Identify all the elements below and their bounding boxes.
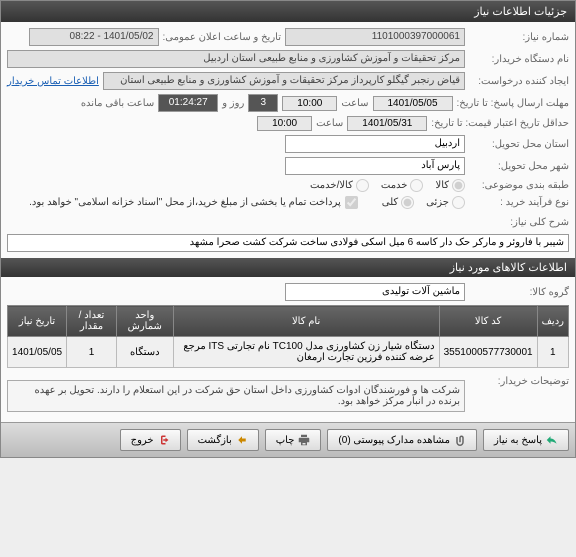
titlebar: جزئیات اطلاعات نیاز xyxy=(1,1,575,22)
th-name: نام کالا xyxy=(173,306,439,337)
need-no-field: 1101000397000061 xyxy=(285,28,465,46)
reply-icon xyxy=(546,434,558,446)
purchase-type-radios: جزئی کلی xyxy=(382,196,465,209)
deadline-date: 1401/05/05 xyxy=(373,96,453,111)
validity-label: حداقل تاریخ اعتبار قیمت: تا تاریخ: xyxy=(431,118,569,129)
requester-label: ایجاد کننده درخواست: xyxy=(469,76,569,87)
attachments-button[interactable]: مشاهده مدارک پیوستی (0) xyxy=(327,429,477,451)
payment-checkbox[interactable] xyxy=(345,196,358,209)
items-table: ردیف کد کالا نام کالا واحد شمارش تعداد /… xyxy=(7,305,569,368)
deadline-time-label: ساعت xyxy=(341,98,368,109)
th-date: تاریخ نیاز xyxy=(8,306,67,337)
content-area: شماره نیاز: 1101000397000061 تاریخ و ساع… xyxy=(1,22,575,422)
buyer-org-field: مرکز تحقیقات و آموزش کشاورزی و منابع طبی… xyxy=(7,50,465,68)
remaining-days: 3 xyxy=(248,94,278,112)
cell-row: 1 xyxy=(537,337,568,368)
announce-label: تاریخ و ساعت اعلان عمومی: xyxy=(163,32,282,43)
radio-both[interactable]: کالا/خدمت xyxy=(310,179,369,192)
cell-date: 1401/05/05 xyxy=(8,337,67,368)
requester-field: قیاض رنجبر گیگلو کارپرداز مرکز تحقیقات و… xyxy=(103,72,465,90)
th-unit: واحد شمارش xyxy=(116,306,173,337)
print-button[interactable]: چاپ xyxy=(265,429,322,451)
footer-toolbar: پاسخ به نیاز مشاهده مدارک پیوستی (0) چاپ… xyxy=(1,422,575,457)
deadline-label: مهلت ارسال پاسخ: تا تاریخ: xyxy=(457,98,569,109)
cell-unit: دستگاه xyxy=(116,337,173,368)
cell-qty: 1 xyxy=(67,337,117,368)
cell-name: دستگاه شیار زن کشاورزی مدل TC100 نام تجا… xyxy=(173,337,439,368)
th-row: ردیف xyxy=(537,306,568,337)
radio-goods[interactable]: کالا xyxy=(435,179,465,192)
need-title-field: شیبر با فاروئر و مارکر حک دار کاسه 6 میل… xyxy=(7,234,569,252)
items-section-title: اطلاعات کالاهای مورد نیاز xyxy=(1,258,575,277)
remaining-label: ساعت باقی مانده xyxy=(81,98,154,109)
announce-field: 1401/05/02 - 08:22 xyxy=(29,28,159,46)
need-title-label: شرح کلی نیاز: xyxy=(469,217,569,228)
th-code: کد کالا xyxy=(439,306,537,337)
buyer-org-label: نام دستگاه خریدار: xyxy=(469,54,569,65)
supply-class-radios: کالا خدمت کالا/خدمت xyxy=(310,179,465,192)
radio-service[interactable]: خدمت xyxy=(381,179,424,192)
attachment-icon xyxy=(454,434,466,446)
need-no-label: شماره نیاز: xyxy=(469,32,569,43)
table-row: 1 3551000577730001 دستگاه شیار زن کشاورز… xyxy=(8,337,569,368)
buyer-notes-field: شرکت ها و فورشندگان ادوات کشاورزی داخل ا… xyxy=(7,380,465,412)
validity-time-label: ساعت xyxy=(316,118,343,129)
delivery-province-field: اردبیل xyxy=(285,135,465,153)
payment-note: پرداخت تمام یا بخشی از مبلغ خرید،از محل … xyxy=(29,197,341,208)
return-button[interactable]: بازگشت xyxy=(187,429,259,451)
group-label: گروه کالا: xyxy=(469,287,569,298)
validity-time: 10:00 xyxy=(257,116,312,131)
th-qty: تعداد / مقدار xyxy=(67,306,117,337)
window: جزئیات اطلاعات نیاز شماره نیاز: 11010003… xyxy=(0,0,576,458)
remaining-time: 01:24:27 xyxy=(158,94,218,112)
buyer-notes-label: توضیحات خریدار: xyxy=(469,376,569,387)
cell-code: 3551000577730001 xyxy=(439,337,537,368)
respond-button[interactable]: پاسخ به نیاز xyxy=(483,429,569,451)
exit-button[interactable]: خروج xyxy=(120,429,181,451)
exit-icon xyxy=(158,434,170,446)
radio-partial[interactable]: جزئی xyxy=(426,196,465,209)
group-field: ماشین آلات تولیدی xyxy=(285,283,465,301)
contact-link[interactable]: اطلاعات تماس خریدار xyxy=(7,76,99,87)
delivery-city-label: شهر محل تحویل: xyxy=(469,161,569,172)
delivery-province-label: استان محل تحویل: xyxy=(469,139,569,150)
validity-date: 1401/05/31 xyxy=(347,116,427,131)
radio-total[interactable]: کلی xyxy=(382,196,414,209)
remaining-days-label: روز و xyxy=(222,98,244,109)
supply-class-label: طبقه بندی موضوعی: xyxy=(469,180,569,191)
purchase-type-label: نوع فرآیند خرید : xyxy=(469,197,569,208)
delivery-city-field: پارس آباد xyxy=(285,157,465,175)
back-icon xyxy=(236,434,248,446)
deadline-time: 10:00 xyxy=(282,96,337,111)
print-icon xyxy=(298,434,310,446)
